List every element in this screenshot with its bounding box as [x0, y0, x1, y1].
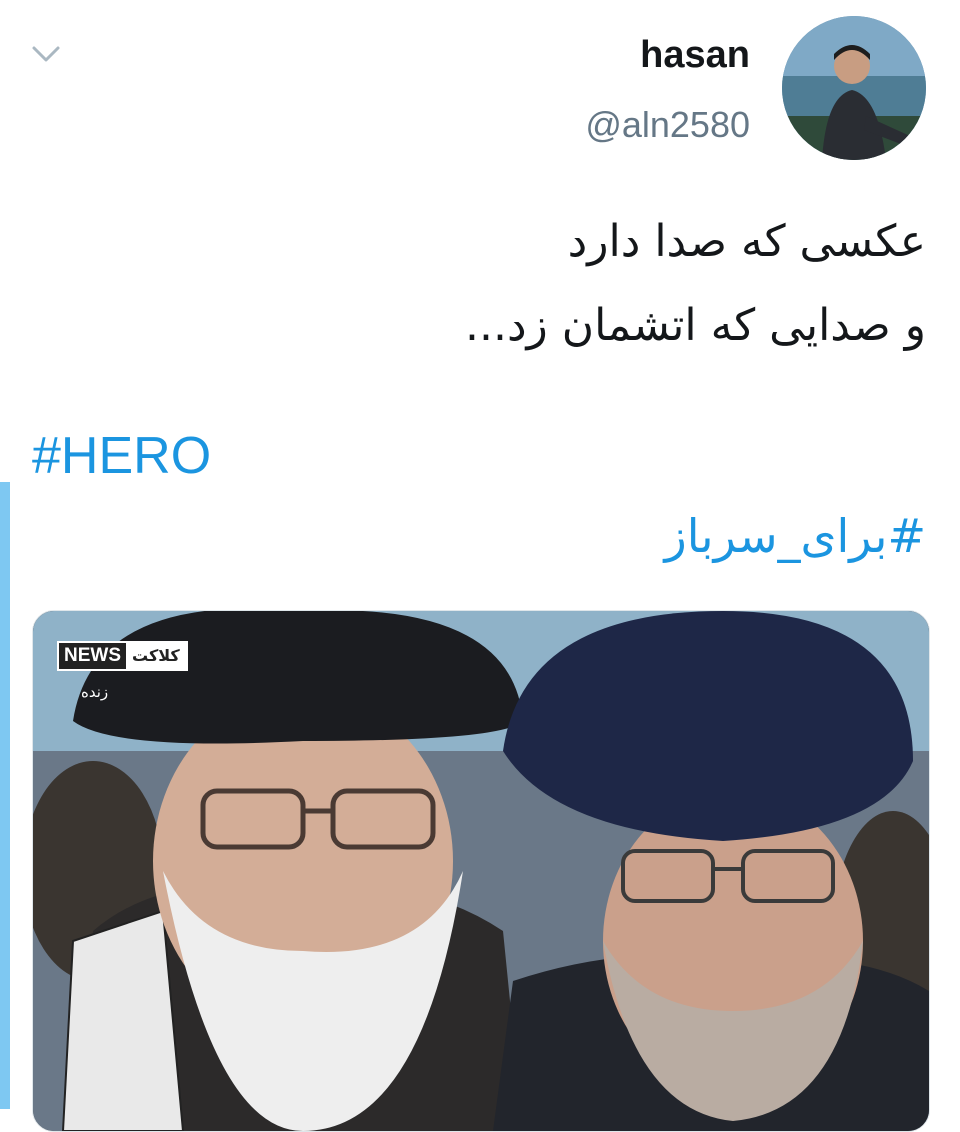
chevron-down-icon[interactable]	[30, 40, 62, 66]
hashtag-link[interactable]: #HERO	[32, 424, 211, 488]
tweet-text-line: و صدایی که اتشمان زد...	[464, 300, 926, 351]
author-handle[interactable]: @aln2580	[585, 100, 750, 150]
media-brand-news: NEWS	[59, 643, 126, 669]
tweet-author[interactable]: hasan @aln2580	[585, 30, 750, 150]
tweet-text-line: عکسی که صدا دارد	[567, 216, 926, 267]
tweet-media-image[interactable]: NEWS کلاکت زنده	[32, 610, 930, 1132]
thread-accent-bar	[0, 482, 10, 1109]
media-brand-name: کلاکت	[126, 643, 186, 669]
tweet-text: عکسی که صدا دارد و صدایی که اتشمان زد...	[46, 200, 926, 368]
media-brand-logo: NEWS کلاکت	[57, 641, 188, 671]
hashtag-link[interactable]: #برای_سرباز	[665, 500, 926, 572]
avatar[interactable]	[782, 16, 926, 160]
media-live-label: زنده	[81, 683, 109, 701]
author-display-name[interactable]: hasan	[585, 30, 750, 80]
